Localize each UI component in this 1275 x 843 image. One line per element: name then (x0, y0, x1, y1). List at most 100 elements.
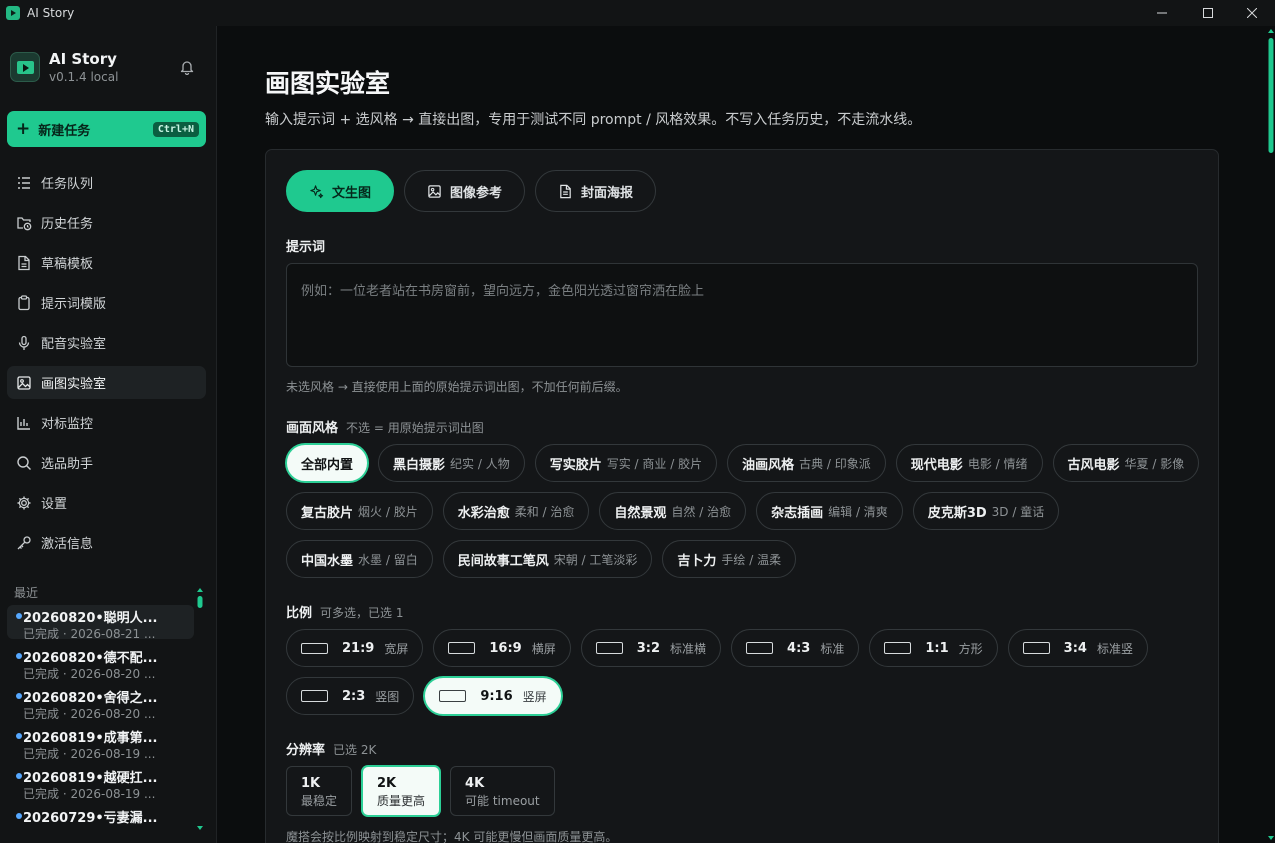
window-titlebar: AI Story (0, 0, 1275, 26)
app-version: v0.1.4 local (49, 70, 119, 84)
file-text-icon (560, 184, 571, 198)
ratio-label: 比例 可多选，已选 1 (286, 602, 403, 621)
sidebar-item-settings[interactable]: 设置 (7, 486, 206, 519)
resolution-option-selected[interactable]: 2K 质量更高 (362, 766, 441, 816)
resolution-desc: 质量更高 (377, 794, 426, 808)
new-task-button[interactable]: + 新建任务 Ctrl+N (7, 111, 206, 147)
prompt-input[interactable] (286, 263, 1198, 367)
style-chip-desc: 纪实 / 人物 (450, 456, 510, 471)
recent-task-item[interactable]: 20260819•越硬扛... 已完成 · 2026-08-19 ... (7, 765, 194, 801)
style-chip[interactable]: 杂志插画 编辑 / 清爽 (756, 492, 903, 530)
style-chip[interactable]: 古风电影 华夏 / 影像 (1052, 444, 1200, 482)
resolution-option[interactable]: 1K 最稳定 (286, 766, 353, 816)
style-chip[interactable]: 油画风格 古典 / 印象派 (727, 444, 886, 482)
ratio-desc: 横屏 (531, 641, 556, 656)
recent-task-item[interactable]: 20260729•亏妻漏... (7, 805, 194, 835)
image-icon (428, 184, 441, 198)
aspect-frame-icon (301, 642, 328, 654)
sidebar-scrollbar[interactable] (196, 586, 204, 832)
tab-label: 文生图 (332, 185, 372, 201)
sidebar-item-history[interactable]: 历史任务 (7, 206, 206, 239)
ratio-option[interactable]: 21:9 宽屏 (286, 629, 424, 667)
style-chip-name: 吉卜力 (677, 553, 717, 569)
resolution-label-text: 分辨率 (286, 743, 326, 758)
sidebar-item-voice-lab[interactable]: 配音实验室 (7, 326, 206, 359)
recent-task-title: 20260820•舍得之... (23, 691, 158, 706)
style-chip-name: 写实胶片 (549, 457, 602, 473)
style-chip[interactable]: 写实胶片 写实 / 商业 / 胶片 (534, 444, 718, 482)
ratio-desc: 竖图 (375, 689, 400, 704)
style-chip-desc: 电影 / 情绪 (967, 456, 1028, 471)
sidebar-item-label: 对标监控 (41, 417, 94, 432)
ratio-option[interactable]: 3:4 标准竖 (1007, 629, 1148, 667)
sidebar-item-benchmark-monitor[interactable]: 对标监控 (7, 406, 206, 439)
close-button[interactable] (1229, 0, 1275, 26)
ratio-option[interactable]: 16:9 横屏 (433, 629, 571, 667)
tab-image-reference[interactable]: 图像参考 (404, 170, 526, 212)
resolution-group: 1K 最稳定 2K 质量更高 4K 可能 timeout (286, 766, 1206, 816)
style-chip[interactable]: 皮克斯3D 3D / 童话 (912, 492, 1060, 530)
gear-icon (17, 496, 31, 509)
style-chip-all-builtin[interactable]: 全部内置 (286, 444, 369, 482)
style-chip[interactable]: 自然景观 自然 / 治愈 (599, 492, 747, 530)
tab-cover-poster[interactable]: 封面海报 (535, 170, 657, 212)
sidebar-item-label: 提示词模版 (41, 297, 107, 312)
style-chip[interactable]: 中国水墨 水墨 / 留白 (286, 540, 433, 578)
tab-text-to-image[interactable]: 文生图 (286, 170, 395, 212)
ratio-desc: 标准 (820, 641, 845, 656)
resolution-option[interactable]: 4K 可能 timeout (450, 766, 555, 816)
maximize-button[interactable] (1185, 0, 1231, 26)
aspect-frame-icon (884, 642, 912, 654)
sidebar: AI Story v0.1.4 local + 新建任务 Ctrl+N 任务队列… (0, 26, 217, 843)
sidebar-item-label: 设置 (41, 497, 68, 512)
sidebar-item-activation[interactable]: 激活信息 (7, 526, 206, 559)
ratio-chip-group: 21:9 宽屏 16:9 横屏 3:2 标准横 4:3 标准 1:1 方形 3:4 标准竖 … (286, 629, 1206, 715)
style-chip-name: 水彩治愈 (457, 505, 510, 521)
style-label: 画面风格 不选 = 用原始提示词出图 (286, 417, 484, 436)
sidebar-item-prompt-templates[interactable]: 提示词模版 (7, 286, 206, 319)
style-chip[interactable]: 黑白摄影 纪实 / 人物 (378, 444, 525, 482)
ratio-option[interactable]: 1:1 方形 (869, 629, 998, 667)
bell-icon[interactable] (180, 59, 194, 75)
style-chip[interactable]: 现代电影 电影 / 情绪 (895, 444, 1043, 482)
style-chip-desc: 古典 / 印象派 (799, 456, 871, 471)
main-scrollbar[interactable] (1267, 26, 1275, 843)
ratio-hint: 可多选，已选 1 (320, 606, 404, 620)
minimize-button[interactable] (1139, 0, 1185, 26)
sidebar-item-task-queue[interactable]: 任务队列 (7, 166, 206, 199)
ratio-option-selected[interactable]: 9:16 竖屏 (424, 677, 562, 715)
recent-task-item[interactable]: 20260820•聪明人... 已完成 · 2026-08-21 ... (7, 605, 194, 641)
style-chip-desc: 手绘 / 温柔 (721, 552, 782, 567)
resolution-desc: 可能 timeout (465, 794, 540, 808)
style-chip-name: 自然景观 (614, 505, 667, 521)
page-title: 画图实验室 (265, 69, 391, 98)
recent-task-item[interactable]: 20260820•舍得之... 已完成 · 2026-08-20 ... (7, 685, 194, 721)
tab-label: 封面海报 (581, 185, 634, 201)
app-logo-icon (6, 6, 20, 20)
sidebar-item-product-assistant[interactable]: 选品助手 (7, 446, 206, 479)
style-chip[interactable]: 复古胶片 烟火 / 胶片 (286, 492, 433, 530)
status-dot (16, 693, 22, 699)
recent-task-item[interactable]: 20260820•德不配... 已完成 · 2026-08-20 ... (7, 645, 194, 681)
plus-icon: + (16, 118, 31, 139)
sidebar-item-drafts[interactable]: 草稿模板 (7, 246, 206, 279)
prompt-note: 未选风格 → 直接使用上面的原始提示词出图，不加任何前后缀。 (286, 380, 628, 394)
style-chip[interactable]: 水彩治愈 柔和 / 治愈 (442, 492, 590, 530)
style-chip[interactable]: 吉卜力 手绘 / 温柔 (662, 540, 797, 578)
sidebar-item-label: 历史任务 (41, 217, 94, 232)
style-chip-desc: 宋朝 / 工笔淡彩 (553, 552, 638, 567)
resolution-value: 1K (301, 776, 321, 791)
style-chip[interactable]: 民间故事工笔风 宋朝 / 工笔淡彩 (442, 540, 653, 578)
style-chip-group: 全部内置 黑白摄影 纪实 / 人物 写实胶片 写实 / 商业 / 胶片 油画风格 古典… (286, 444, 1206, 578)
style-chip-desc: 柔和 / 治愈 (514, 504, 575, 519)
ratio-option[interactable]: 2:3 竖图 (286, 677, 415, 715)
sidebar-item-image-lab[interactable]: 画图实验室 (7, 366, 206, 399)
window-title: AI Story (27, 6, 75, 20)
ratio-option[interactable]: 3:2 标准横 (580, 629, 722, 667)
recent-task-title: 20260820•聪明人... (23, 611, 158, 626)
ratio-option[interactable]: 4:3 标准 (731, 629, 860, 667)
sidebar-item-label: 选品助手 (41, 457, 94, 472)
recent-task-item[interactable]: 20260819•成事第... 已完成 · 2026-08-19 ... (7, 725, 194, 761)
recent-task-title: 20260729•亏妻漏... (23, 811, 158, 826)
ratio-value: 3:4 (1063, 640, 1087, 656)
